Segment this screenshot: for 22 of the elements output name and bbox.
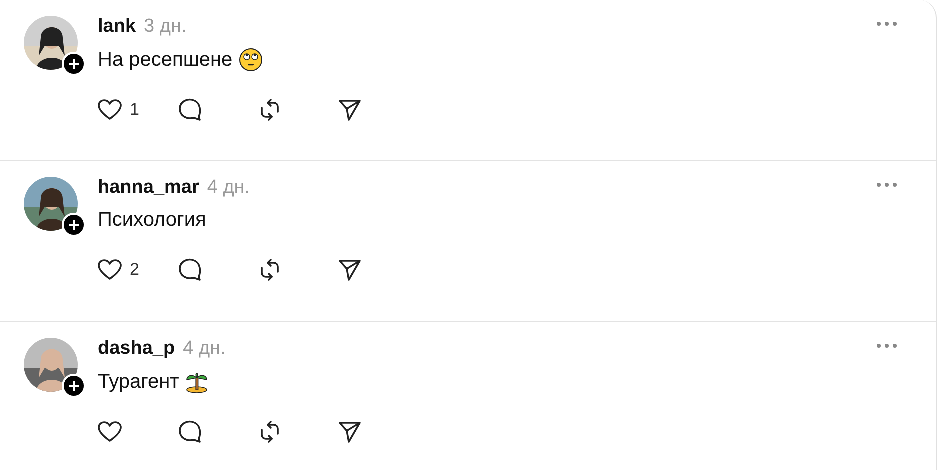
username[interactable]: dasha_p (98, 338, 176, 360)
comment-bubble-icon[interactable] (176, 418, 204, 446)
post-text: Турагент (98, 370, 180, 394)
more-options-icon[interactable] (876, 343, 898, 349)
like-count: 2 (130, 260, 140, 280)
follow-plus-icon[interactable] (62, 374, 86, 398)
username[interactable]: hanna_mar (98, 177, 200, 199)
follow-plus-icon[interactable] (62, 52, 86, 76)
more-options-icon[interactable] (876, 21, 898, 27)
like-count: 1 (130, 100, 140, 120)
eye-roll-face-icon (238, 48, 263, 72)
more-options-icon[interactable] (876, 182, 898, 188)
post-time: 4 дн. (183, 338, 226, 360)
post-time: 3 дн. (144, 16, 187, 38)
comment-bubble-icon[interactable] (176, 96, 204, 124)
palm-tree-icon (185, 370, 210, 394)
post-text: Психология (98, 209, 206, 232)
username[interactable]: lank (98, 16, 136, 38)
comment-bubble-icon[interactable] (176, 256, 204, 284)
post-text: На ресепшене (98, 48, 233, 72)
follow-plus-icon[interactable] (62, 213, 86, 237)
post-time: 4 дн. (207, 177, 250, 199)
